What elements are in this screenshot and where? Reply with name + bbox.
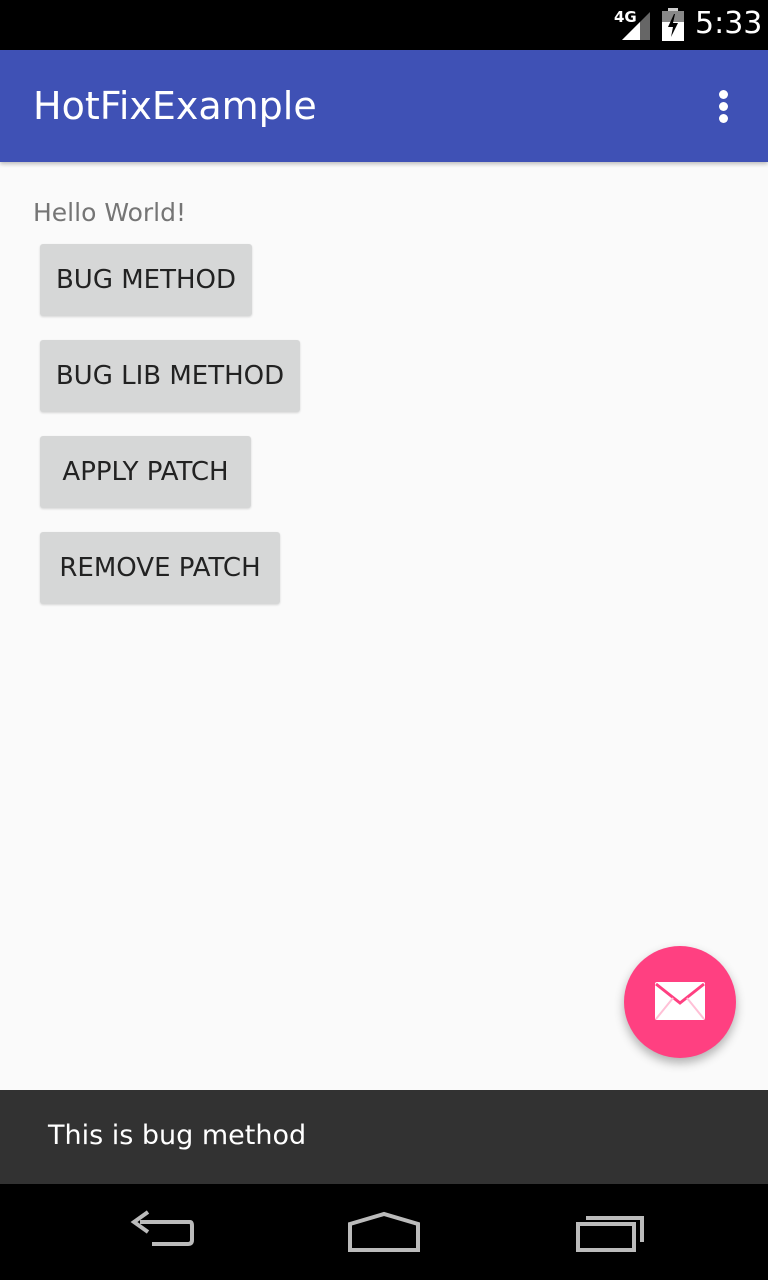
status-bar: 4G 5:33 (0, 0, 768, 50)
app-bar: HotFixExample (0, 50, 768, 162)
clock: 5:33 (695, 6, 763, 41)
bug-method-button[interactable]: BUG METHOD (40, 244, 252, 316)
app-title: HotFixExample (33, 84, 317, 128)
screen: 4G 5:33 HotFixExample Hello World! BUG M… (0, 0, 768, 1280)
bug-lib-method-button[interactable]: BUG LIB METHOD (40, 340, 300, 412)
navigation-bar (0, 1184, 768, 1280)
mail-icon (655, 982, 705, 1020)
back-icon[interactable] (120, 1202, 200, 1262)
apply-patch-button[interactable]: APPLY PATCH (40, 436, 251, 508)
home-icon[interactable] (344, 1202, 424, 1262)
remove-patch-button[interactable]: REMOVE PATCH (40, 532, 280, 604)
recents-icon[interactable] (572, 1202, 652, 1262)
more-vert-icon[interactable] (700, 80, 748, 132)
battery-icon (662, 8, 684, 41)
hello-text: Hello World! (33, 198, 186, 227)
mail-fab-button[interactable] (624, 946, 736, 1058)
signal-icon (622, 12, 650, 40)
snackbar-message: This is bug method (48, 1120, 307, 1151)
snackbar: This is bug method (0, 1090, 768, 1184)
